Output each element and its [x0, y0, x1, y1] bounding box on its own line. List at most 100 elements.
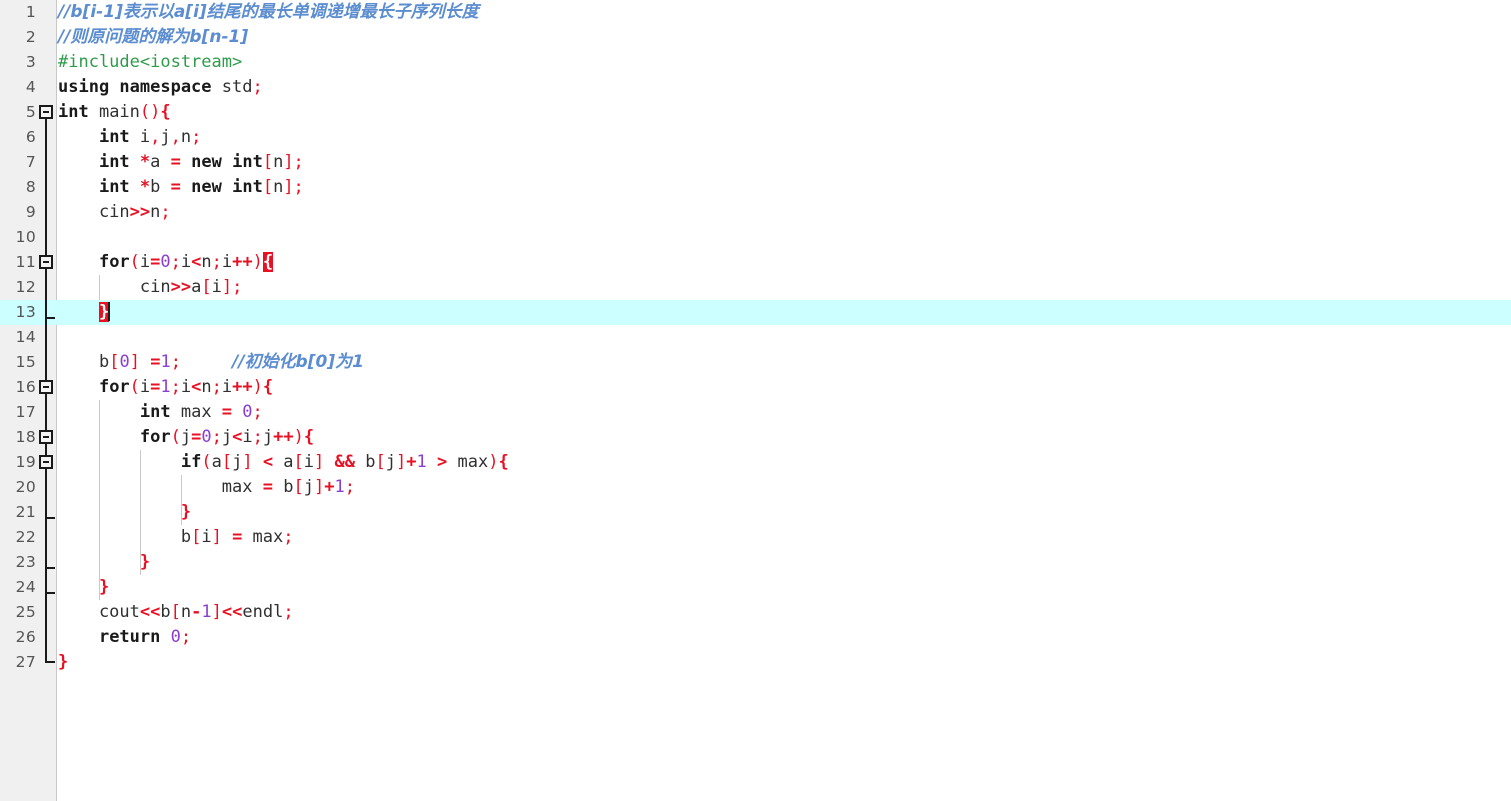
fold-marker-line	[38, 150, 57, 175]
token-pun: (	[129, 377, 140, 397]
fold-marker-corner	[38, 650, 57, 675]
token-pun: [	[375, 452, 386, 472]
code-line[interactable]: 26 return 0;	[0, 625, 1511, 650]
code-line[interactable]: 8 int *b = new int[n];	[0, 175, 1511, 200]
code-line[interactable]: 14	[0, 325, 1511, 350]
code-line[interactable]: 9 cin>>n;	[0, 200, 1511, 225]
code-line[interactable]: 16 for(i=1;i<n;i++){	[0, 375, 1511, 400]
token-pln: n	[180, 602, 192, 622]
token-pun: ;	[211, 377, 222, 397]
token-pun: ]	[211, 602, 222, 622]
code-text[interactable]: return 0;	[58, 625, 191, 650]
code-editor[interactable]: 1 //b[i-1]表示以a[i]结尾的最长单调递增最长子序列长度 2 //则原问题的…	[0, 0, 1511, 801]
code-text[interactable]: cout<<b[n-1]<<endl;	[58, 600, 294, 625]
fold-marker-box[interactable]	[38, 375, 57, 400]
token-pun: (	[129, 252, 140, 272]
code-text[interactable]: b[0] =1; //初始化b[0]为1	[58, 350, 364, 375]
token-num: 0	[170, 627, 181, 647]
line-number: 10	[15, 228, 36, 246]
code-lines-container[interactable]: 1 //b[i-1]表示以a[i]结尾的最长单调递增最长子序列长度 2 //则原问题的…	[0, 0, 1511, 675]
code-line[interactable]: 6 int i,j,n;	[0, 125, 1511, 150]
token-pln	[58, 552, 140, 572]
token-pun: [	[293, 452, 304, 472]
token-pun: [	[201, 277, 212, 297]
code-text[interactable]: int main(){	[58, 100, 171, 125]
code-line[interactable]: 1 //b[i-1]表示以a[i]结尾的最长单调递增最长子序列长度	[0, 0, 1511, 25]
code-text[interactable]: for(i=1;i<n;i++){	[58, 375, 273, 400]
code-text[interactable]: int i,j,n;	[58, 125, 201, 150]
code-line[interactable]: 11 for(i=0;i<n;i++){	[0, 250, 1511, 275]
code-text[interactable]: int *b = new int[n];	[58, 175, 304, 200]
code-line[interactable]: 19 if(a[j] < a[i] && b[j]+1 > max){	[0, 450, 1511, 475]
code-line[interactable]: 27}	[0, 650, 1511, 675]
code-line[interactable]: 4 using namespace std;	[0, 75, 1511, 100]
code-line[interactable]: 22 b[i] = max;	[0, 525, 1511, 550]
token-pun: ;	[170, 352, 181, 372]
fold-marker-none	[38, 50, 57, 75]
code-text[interactable]: using namespace std;	[58, 75, 263, 100]
code-text[interactable]: //b[i-1]表示以a[i]结尾的最长单调递增最长子序列长度	[58, 0, 479, 25]
token-pln: b	[160, 602, 171, 622]
code-line[interactable]: 2 //则原问题的解为b[n-1]	[0, 25, 1511, 50]
line-number: 13	[15, 303, 36, 321]
token-pln: main	[88, 102, 140, 122]
code-line[interactable]: 5 int main(){	[0, 100, 1511, 125]
code-line[interactable]: 13 }	[0, 300, 1511, 325]
fold-marker-box[interactable]	[38, 425, 57, 450]
fold-marker-box[interactable]	[38, 250, 57, 275]
code-line[interactable]: 3 #include<iostream>	[0, 50, 1511, 75]
line-number: 14	[15, 328, 36, 346]
code-text[interactable]: if(a[j] < a[i] && b[j]+1 > max){	[58, 450, 509, 475]
code-line[interactable]: 20 max = b[j]+1;	[0, 475, 1511, 500]
token-pun: ,	[150, 127, 161, 147]
token-pln: j	[303, 477, 314, 497]
code-text[interactable]: int *a = new int[n];	[58, 150, 304, 175]
code-line[interactable]: 25 cout<<b[n-1]<<endl;	[0, 600, 1511, 625]
token-pln	[130, 177, 140, 197]
token-num: 1	[160, 377, 171, 397]
fold-marker-line	[38, 275, 57, 300]
token-op: +	[324, 477, 335, 497]
token-pun: [	[293, 477, 304, 497]
code-line[interactable]: 12 cin>>a[i];	[0, 275, 1511, 300]
token-pln: i	[303, 452, 315, 472]
token-pln	[427, 452, 437, 472]
code-line[interactable]: 17 int max = 0;	[0, 400, 1511, 425]
fold-marker-line	[38, 600, 57, 625]
token-num: 0	[119, 352, 130, 372]
code-text[interactable]: }	[58, 650, 68, 675]
code-text[interactable]: b[i] = max;	[58, 525, 294, 550]
token-pun: ;	[160, 202, 171, 222]
code-text[interactable]: max = b[j]+1;	[58, 475, 355, 500]
token-op: *	[139, 152, 151, 172]
token-pun: ;	[283, 602, 294, 622]
line-number: 25	[15, 603, 36, 621]
code-text[interactable]: cin>>n;	[58, 200, 171, 225]
code-text[interactable]: cin>>a[i];	[58, 275, 242, 300]
code-text[interactable]: //则原问题的解为b[n-1]	[58, 25, 248, 50]
code-line[interactable]: 10	[0, 225, 1511, 250]
token-pln	[58, 177, 99, 197]
code-line[interactable]: 21 }	[0, 500, 1511, 525]
token-pln	[58, 427, 140, 447]
token-op: &&	[334, 452, 356, 472]
code-text[interactable]: }	[58, 575, 109, 600]
code-line[interactable]: 15 b[0] =1; //初始化b[0]为1	[0, 350, 1511, 375]
code-text[interactable]: }	[58, 300, 111, 325]
code-line[interactable]: 18 for(j=0;j<i;j++){	[0, 425, 1511, 450]
token-pun: ;	[211, 252, 222, 272]
fold-marker-box[interactable]	[38, 450, 57, 475]
code-line[interactable]: 24 }	[0, 575, 1511, 600]
code-text[interactable]: #include<iostream>	[58, 50, 242, 75]
code-text[interactable]: for(i=0;i<n;i++){	[58, 250, 274, 275]
code-line[interactable]: 23 }	[0, 550, 1511, 575]
line-number: 19	[15, 453, 36, 471]
code-text[interactable]: }	[58, 500, 191, 525]
code-line[interactable]: 7 int *a = new int[n];	[0, 150, 1511, 175]
code-text[interactable]: }	[58, 550, 150, 575]
code-text[interactable]: int max = 0;	[58, 400, 263, 425]
fold-marker-box[interactable]	[38, 100, 57, 125]
token-pun: [	[109, 352, 120, 372]
code-text[interactable]: for(j=0;j<i;j++){	[58, 425, 314, 450]
token-op: =	[150, 377, 161, 397]
